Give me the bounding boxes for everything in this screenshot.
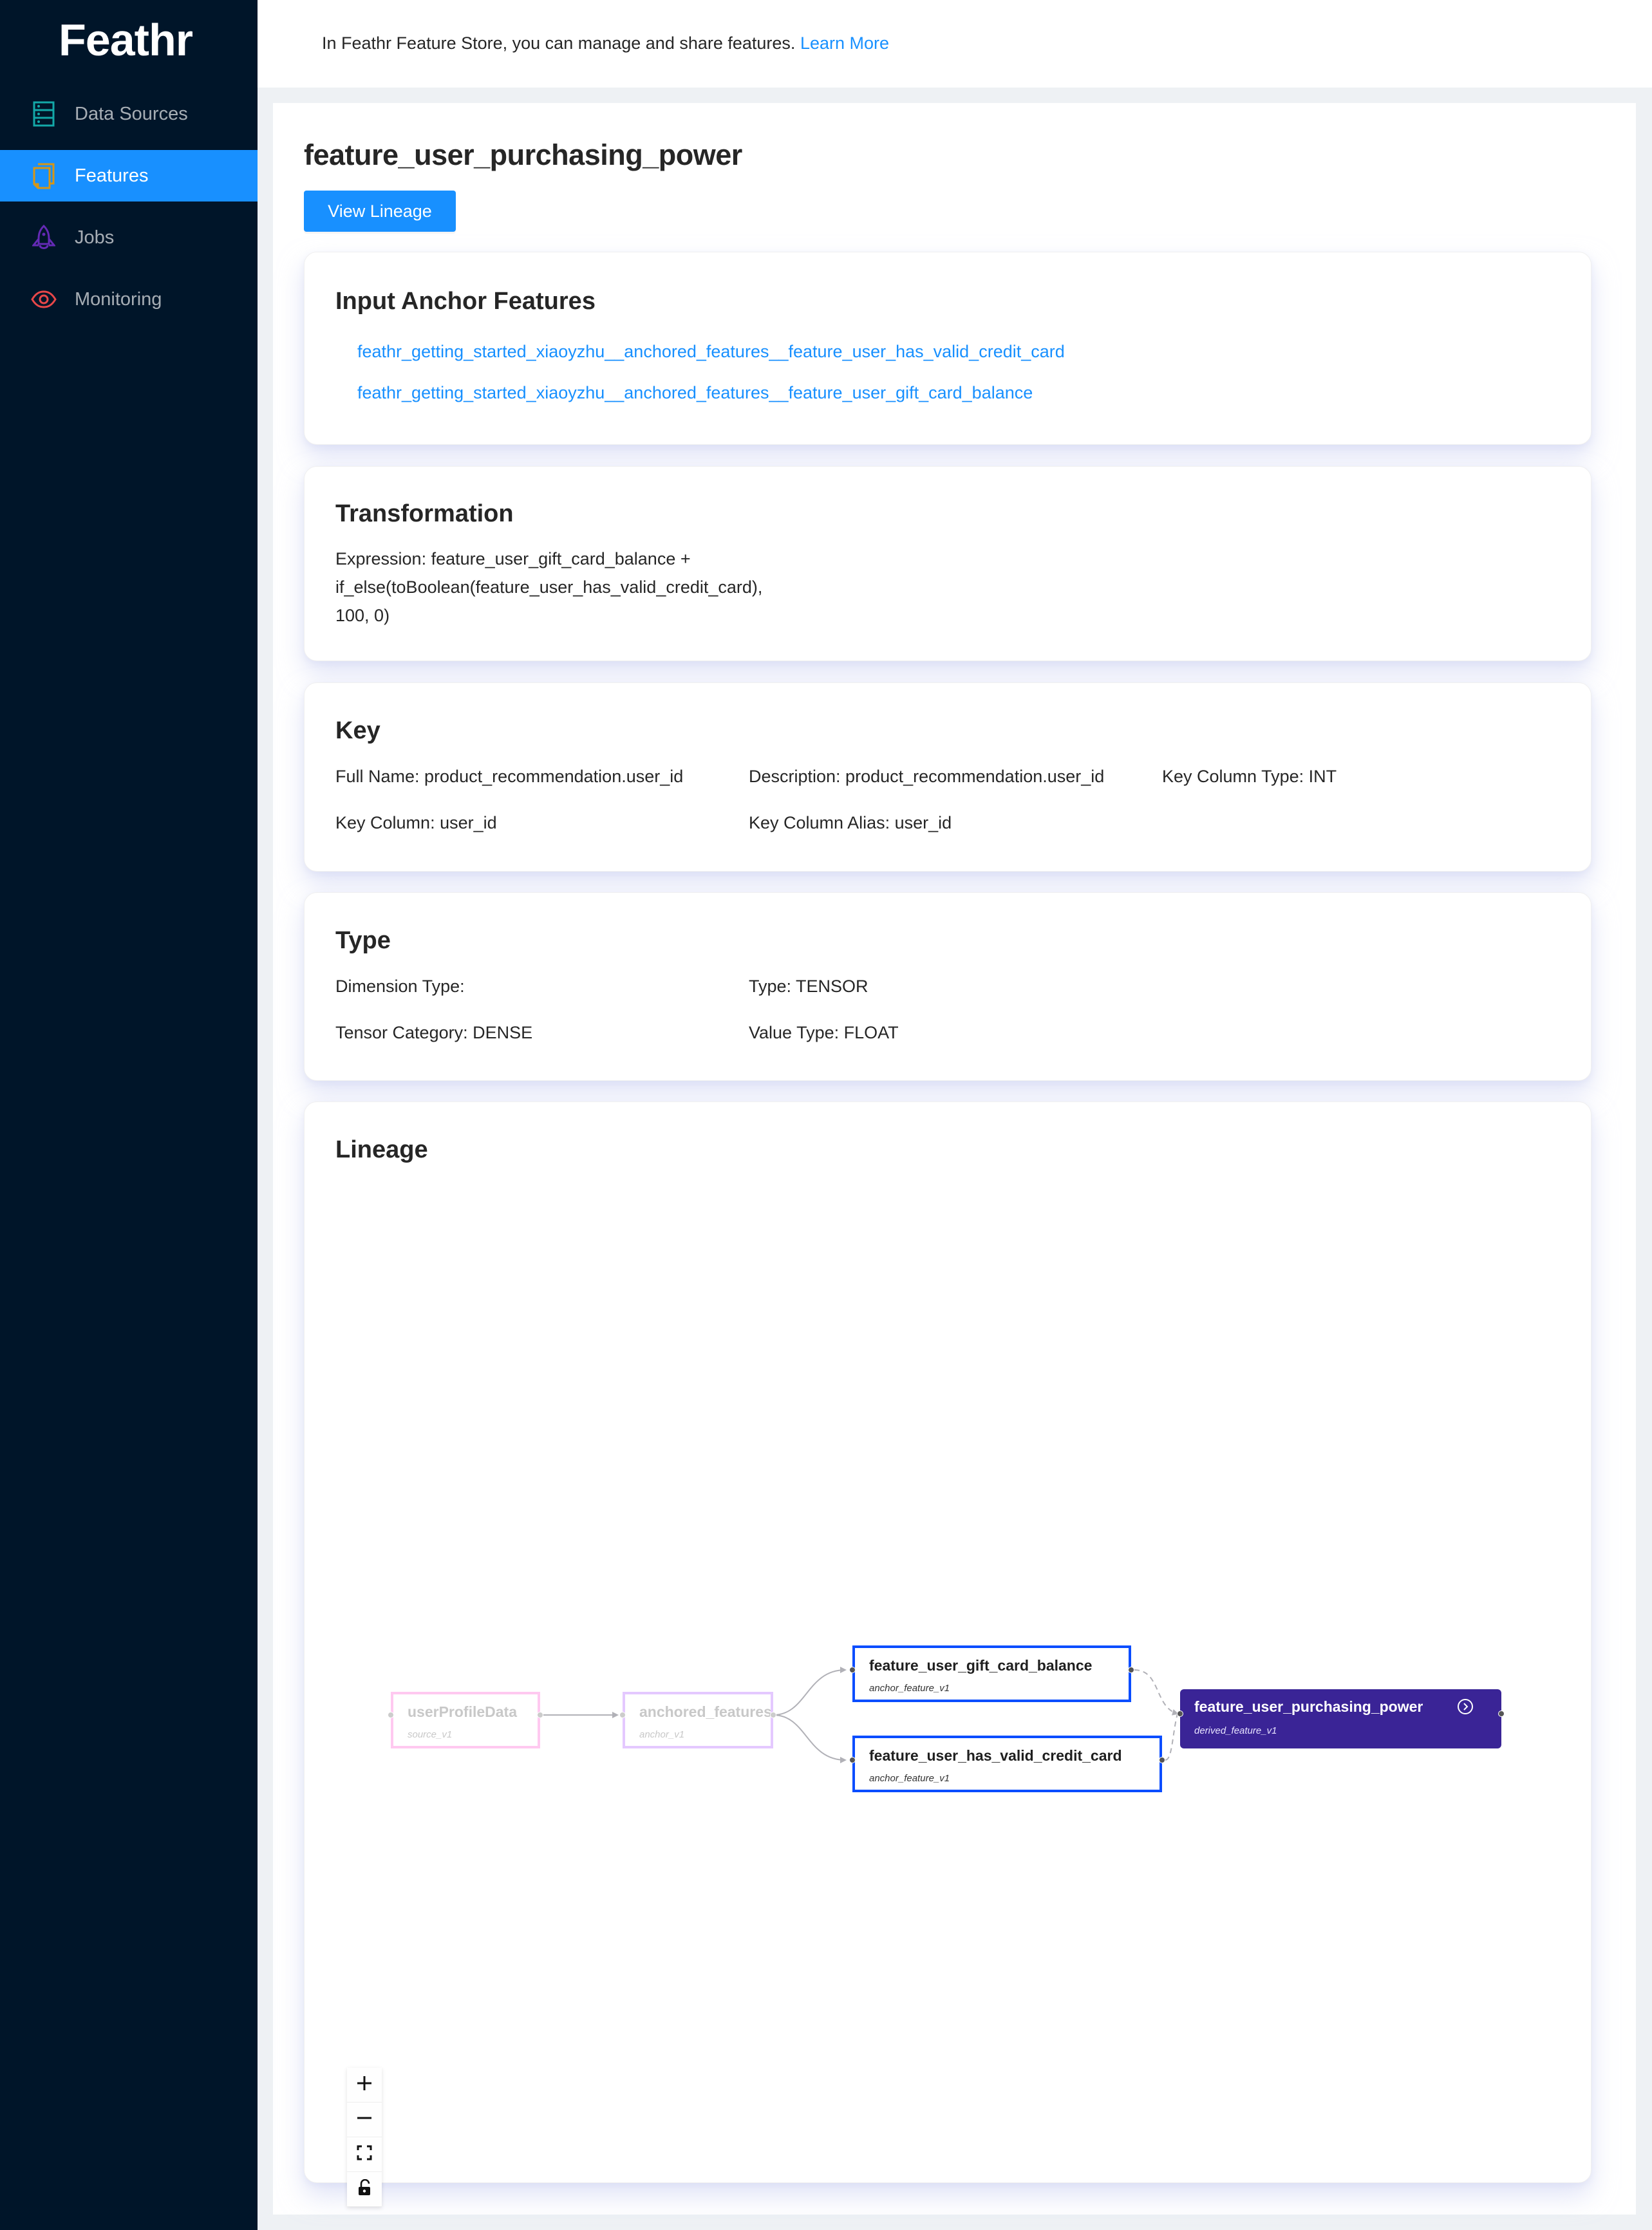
- dimension-type: Dimension Type:: [335, 977, 465, 996]
- type-card: Type Dimension Type: Type: TENSOR Tensor…: [304, 892, 1591, 1081]
- app-logo[interactable]: Feathr: [0, 14, 251, 66]
- card-title: Transformation: [335, 500, 514, 527]
- lineage-node-has-valid-credit-card[interactable]: feature_user_has_valid_credit_card ancho…: [852, 1736, 1162, 1792]
- node-title: userProfileData: [408, 1703, 518, 1720]
- expression-line: if_else(toBoolean(feature_user_has_valid…: [335, 577, 763, 597]
- edge-anchor-to-gift: [773, 1667, 847, 1716]
- node-handle[interactable]: [770, 1712, 776, 1718]
- lineage-node-purchasing-power[interactable]: feature_user_purchasing_power derived_fe…: [1180, 1689, 1501, 1748]
- node-title: feature_user_gift_card_balance: [869, 1657, 1093, 1674]
- node-handle[interactable]: [849, 1667, 856, 1673]
- type-value: Type: TENSOR: [749, 977, 868, 996]
- node-subtitle: source_v1: [408, 1729, 453, 1740]
- zoom-out-button[interactable]: [347, 2103, 382, 2137]
- anchor-feature-link[interactable]: feathr_getting_started_xiaoyzhu__anchore…: [357, 383, 1033, 403]
- sidebar-item-label: Jobs: [75, 227, 115, 248]
- node-handle[interactable]: [1177, 1710, 1183, 1717]
- zoom-in-button[interactable]: [347, 2068, 382, 2103]
- key-column-alias: Key Column Alias: user_id: [749, 813, 952, 832]
- card-title: Input Anchor Features: [335, 288, 596, 315]
- feature-details-page: feature_user_purchasing_power View Linea…: [273, 103, 1636, 2215]
- node-handle[interactable]: [1128, 1667, 1134, 1673]
- node-subtitle: derived_feature_v1: [1194, 1725, 1277, 1736]
- header-text: In Feathr Feature Store, you can manage …: [322, 33, 796, 53]
- lineage-node-anchored-features[interactable]: anchored_features anchor_v1: [623, 1692, 773, 1748]
- edge-anchor-to-credit: [773, 1714, 847, 1763]
- transformation-card: Transformation Expression: feature_user_…: [304, 466, 1591, 661]
- sidebar-item-data-sources[interactable]: Data Sources: [0, 88, 258, 140]
- lineage-node-source[interactable]: userProfileData source_v1: [391, 1692, 540, 1748]
- sidebar-item-label: Monitoring: [75, 288, 162, 310]
- chevron-right-circle-icon[interactable]: [1457, 1698, 1474, 1718]
- node-handle[interactable]: [537, 1712, 543, 1718]
- minus-icon: [356, 2110, 373, 2130]
- sidebar-item-label: Data Sources: [75, 103, 188, 124]
- node-handle[interactable]: [1498, 1710, 1505, 1717]
- node-handle[interactable]: [1159, 1757, 1165, 1763]
- sidebar-item-label: Features: [75, 165, 149, 186]
- learn-more-link[interactable]: Learn More: [800, 33, 889, 53]
- node-subtitle: anchor_feature_v1: [869, 1683, 950, 1694]
- lineage-node-gift-card-balance[interactable]: feature_user_gift_card_balance anchor_fe…: [852, 1645, 1131, 1702]
- card-title: Key: [335, 717, 380, 744]
- node-title: feature_user_has_valid_credit_card: [869, 1747, 1122, 1764]
- node-subtitle: anchor_feature_v1: [869, 1773, 950, 1784]
- expression-line: Expression: feature_user_gift_card_balan…: [335, 549, 691, 568]
- node-handle[interactable]: [388, 1712, 394, 1718]
- key-column-type: Key Column Type: INT: [1162, 767, 1337, 786]
- fit-view-icon: [357, 2145, 372, 2164]
- fit-view-button[interactable]: [347, 2137, 382, 2172]
- top-header: In Feathr Feature Store, you can manage …: [258, 0, 1652, 88]
- input-anchor-features-card: Input Anchor Features feathr_getting_sta…: [304, 252, 1591, 445]
- sidebar-item-features[interactable]: Features: [0, 150, 258, 201]
- key-column: Key Column: user_id: [335, 813, 497, 832]
- page-title: feature_user_purchasing_power: [304, 138, 742, 171]
- node-subtitle: anchor_v1: [639, 1729, 685, 1740]
- value-type: Value Type: FLOAT: [749, 1023, 899, 1042]
- edge-gift-to-derived: [1134, 1669, 1179, 1716]
- sidebar-item-jobs[interactable]: Jobs: [0, 212, 258, 263]
- key-card: Key Full Name: product_recommendation.us…: [304, 682, 1591, 872]
- key-full-name: Full Name: product_recommendation.user_i…: [335, 767, 684, 786]
- node-handle[interactable]: [849, 1757, 856, 1763]
- unlock-icon: [357, 2178, 371, 2199]
- plus-icon: [356, 2075, 373, 2095]
- card-title: Type: [335, 927, 391, 954]
- card-title: Lineage: [335, 1136, 428, 1163]
- graph-controls: [347, 2068, 382, 2207]
- expression-line: 100, 0): [335, 606, 390, 625]
- view-lineage-button[interactable]: View Lineage: [304, 191, 456, 232]
- tensor-category: Tensor Category: DENSE: [335, 1023, 533, 1042]
- sidebar: Feathr Data Sources Features Jobs Monito…: [0, 0, 258, 2230]
- node-title: feature_user_purchasing_power: [1194, 1698, 1423, 1715]
- eye-icon: [31, 286, 57, 312]
- anchor-feature-link[interactable]: feathr_getting_started_xiaoyzhu__anchore…: [357, 342, 1065, 362]
- lineage-graph[interactable]: userProfileData source_v1 anchored_featu…: [305, 1167, 1592, 2207]
- database-icon: [31, 101, 57, 127]
- sidebar-item-monitoring[interactable]: Monitoring: [0, 274, 258, 325]
- node-handle[interactable]: [619, 1712, 626, 1718]
- node-title: anchored_features: [639, 1703, 772, 1720]
- lock-button[interactable]: [347, 2172, 382, 2207]
- edge-credit-to-derived: [1165, 1713, 1178, 1761]
- header-intro: In Feathr Feature Store, you can manage …: [322, 33, 889, 53]
- lineage-card: Lineage userProfileData source_v1 anchor…: [304, 1101, 1592, 2207]
- key-description: Description: product_recommendation.user…: [749, 767, 1105, 786]
- rocket-icon: [31, 225, 57, 250]
- copy-icon: [31, 163, 57, 189]
